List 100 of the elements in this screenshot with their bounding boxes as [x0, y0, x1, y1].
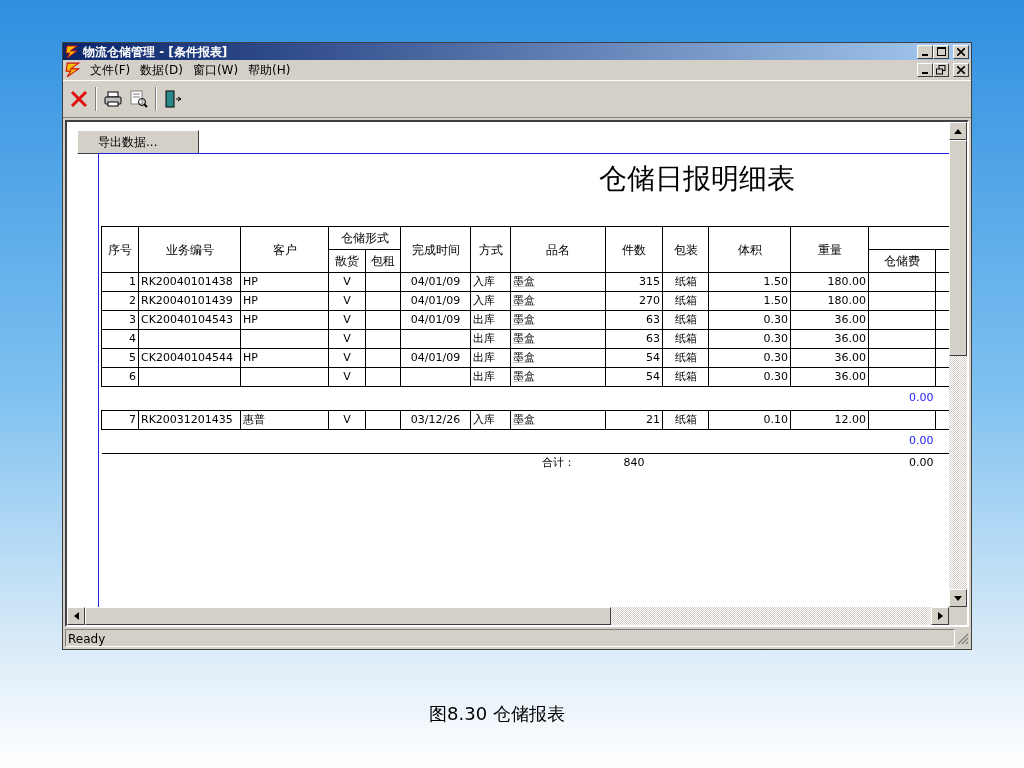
window-title: 物流仓储管理 - [条件报表] [83, 43, 228, 61]
left-arrow-icon [73, 612, 79, 620]
horizontal-scrollbar[interactable] [67, 607, 949, 625]
close-button[interactable] [953, 63, 969, 77]
subtotal-value: 0.00 [868, 386, 936, 411]
table-cell: 1.50 [708, 272, 791, 292]
column-header: 散货 [328, 249, 366, 273]
column-header: 体积 [708, 226, 791, 273]
table-cell: 纸箱 [662, 329, 709, 349]
table-cell: 36.00 [790, 348, 869, 368]
scroll-right-button[interactable] [931, 607, 949, 625]
menu-item[interactable]: 文件(F) [85, 61, 136, 79]
table-cell: HP [240, 272, 329, 292]
scroll-left-button[interactable] [67, 607, 85, 625]
table-cell: 315 [605, 272, 663, 292]
table-cell: 63 [605, 329, 663, 349]
delete-button[interactable] [69, 89, 89, 109]
scroll-up-button[interactable] [949, 122, 967, 140]
table-cell: 270 [605, 291, 663, 311]
table-cell: 63 [605, 310, 663, 330]
print-button[interactable] [103, 90, 123, 108]
table-cell: 墨盒 [510, 367, 606, 387]
table-cell: V [328, 272, 366, 292]
column-header: 包装 [662, 226, 709, 273]
table-cell: 04/01/09 [400, 272, 471, 292]
table-cell: 纸箱 [662, 291, 709, 311]
minimize-icon [922, 53, 928, 56]
table-cell: 1.50 [708, 291, 791, 311]
table-cell: HP [240, 310, 329, 330]
close-button[interactable] [953, 44, 969, 59]
door-exit-icon [164, 90, 182, 108]
table-cell: V [328, 291, 366, 311]
table-cell: 出库 [470, 329, 511, 349]
table-cell: 36.00 [790, 367, 869, 387]
table-cell: 54 [605, 348, 663, 368]
table-cell: 2 [101, 291, 139, 311]
scroll-down-button[interactable] [949, 589, 967, 607]
column-header: 客户 [240, 226, 329, 273]
table-cell: 出库 [470, 310, 511, 330]
menu-item[interactable]: 窗口(W) [187, 61, 244, 79]
table-cell: 纸箱 [662, 348, 709, 368]
table-cell: 54 [605, 367, 663, 387]
table-cell: RK20040101439 [138, 291, 241, 311]
table-cell: RK20040101438 [138, 272, 241, 292]
menu-item[interactable]: 帮助(H) [243, 61, 296, 79]
column-group-header: 仓储形式 [328, 226, 401, 250]
up-arrow-icon [954, 128, 962, 134]
table-cell: 入库 [470, 272, 511, 292]
column-header: 重量 [790, 226, 869, 273]
table-cell: 墨盒 [510, 310, 606, 330]
restore-button[interactable] [933, 63, 949, 77]
maximize-button[interactable] [933, 44, 949, 59]
table-cell: 1 [101, 272, 139, 292]
table-cell: CK20040104543 [138, 310, 241, 330]
menu-item[interactable]: 数据(D) [135, 61, 188, 79]
down-arrow-icon [954, 595, 962, 601]
table-cell: 0.30 [708, 348, 791, 368]
table-cell: 0.30 [708, 367, 791, 387]
table-cell: 墨盒 [510, 291, 606, 311]
close-icon [957, 47, 965, 56]
restore-icon [936, 65, 946, 75]
table-cell: 入库 [470, 410, 511, 430]
scroll-thumb[interactable] [85, 607, 611, 625]
table-cell: 04/01/09 [400, 348, 471, 368]
table-cell: 出库 [470, 348, 511, 368]
subtotal-value: 0.00 [868, 429, 936, 454]
table-cell: 4 [101, 329, 139, 349]
table-cell: 纸箱 [662, 367, 709, 387]
column-header: 品名 [510, 226, 606, 273]
status-text: Ready [65, 629, 955, 647]
vertical-scrollbar[interactable] [949, 122, 967, 607]
scroll-thumb[interactable] [949, 140, 967, 356]
column-header: 业务编号 [138, 226, 241, 273]
total-fee: 0.00 [868, 453, 936, 473]
document-icon [65, 62, 81, 78]
table-cell: 21 [605, 410, 663, 430]
table-cell: 5 [101, 348, 139, 368]
table-cell: 03/12/26 [400, 410, 471, 430]
table-cell: 0.30 [708, 310, 791, 330]
minimize-button[interactable] [917, 63, 933, 77]
minimize-button[interactable] [917, 44, 933, 59]
column-header: 仓储费 [868, 249, 936, 273]
table-cell: 墨盒 [510, 410, 606, 430]
resize-grip-icon [955, 631, 969, 645]
print-preview-button[interactable] [129, 89, 149, 109]
table-cell: V [328, 329, 366, 349]
column-header: 序号 [101, 226, 139, 273]
table-cell: 纸箱 [662, 272, 709, 292]
total-quantity: 840 [605, 453, 663, 473]
right-arrow-icon [937, 612, 943, 620]
table-cell: 纸箱 [662, 410, 709, 430]
x-icon [70, 90, 88, 108]
table-cell: 入库 [470, 291, 511, 311]
table-cell: HP [240, 291, 329, 311]
table-cell: 0.30 [708, 329, 791, 349]
table-cell: 36.00 [790, 310, 869, 330]
table-cell: 出库 [470, 367, 511, 387]
exit-button[interactable] [163, 89, 183, 109]
table-cell: 7 [101, 410, 139, 430]
export-data-button[interactable]: 导出数据... [77, 130, 199, 154]
